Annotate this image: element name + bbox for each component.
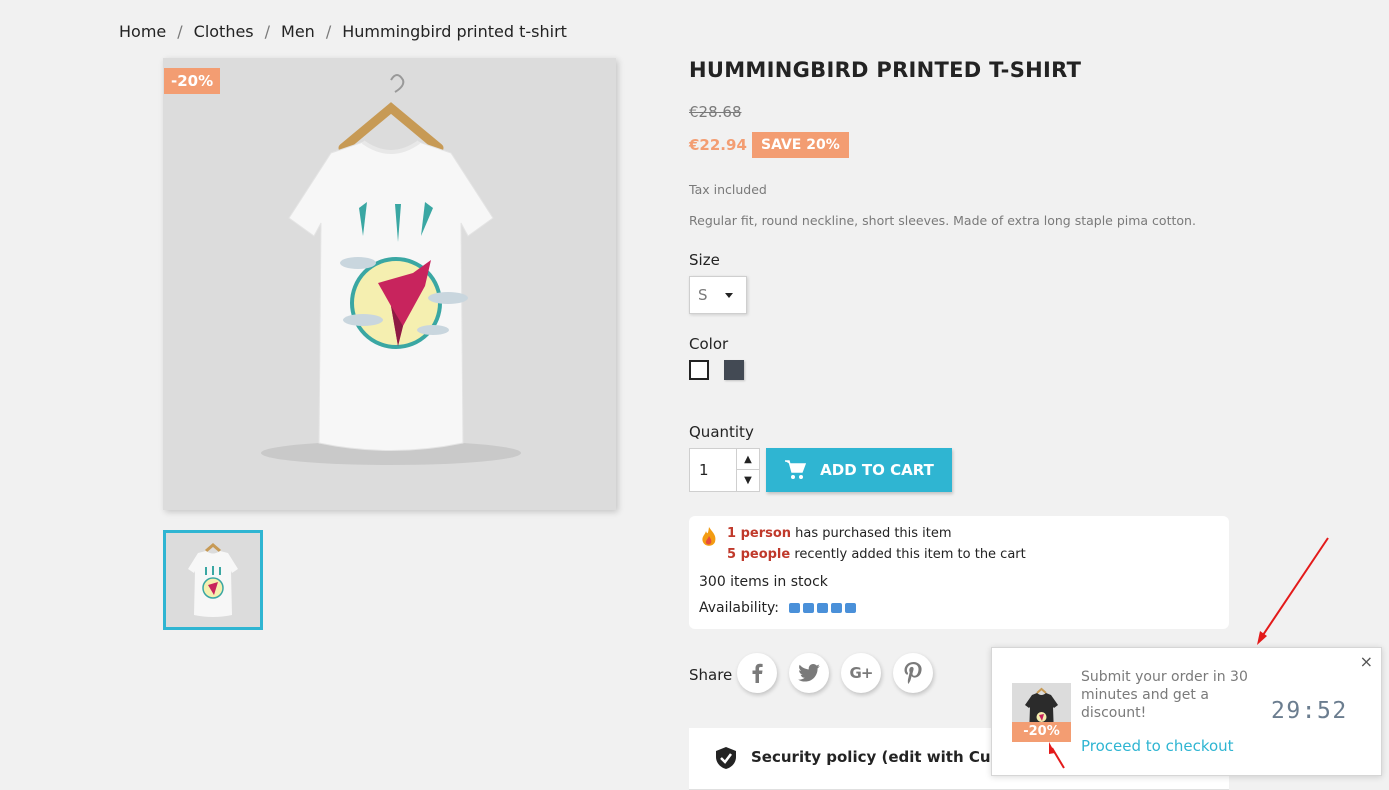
product-description: Regular fit, round neckline, short sleev… <box>689 213 1196 228</box>
breadcrumb-home[interactable]: Home <box>119 22 166 41</box>
save-badge: SAVE 20% <box>752 132 849 158</box>
color-label: Color <box>689 335 729 353</box>
countdown-timer: 29:52 <box>1271 698 1348 724</box>
stock-info-box: 1 person has purchased this item 5 peopl… <box>689 516 1229 629</box>
cart-icon <box>785 460 807 479</box>
breadcrumb-clothes[interactable]: Clothes <box>194 22 254 41</box>
shield-check-icon <box>716 747 736 769</box>
product-thumbnail[interactable] <box>163 530 263 630</box>
arrow-head-icon <box>1257 631 1267 645</box>
pinterest-icon[interactable] <box>893 653 933 693</box>
product-main-image[interactable] <box>163 58 616 510</box>
quantity-label: Quantity <box>689 423 754 441</box>
add-to-cart-label: ADD TO CART <box>820 461 934 479</box>
current-price: €22.94 <box>689 136 747 154</box>
color-swatch-dark[interactable] <box>724 360 744 380</box>
product-title: HUMMINGBIRD PRINTED T-SHIRT <box>689 58 1082 82</box>
stock-count: 300 items in stock <box>699 574 828 590</box>
quantity-input[interactable]: 1 <box>699 461 709 479</box>
color-swatch-white[interactable] <box>689 360 709 380</box>
regular-price: €28.68 <box>689 103 742 121</box>
size-label: Size <box>689 251 720 269</box>
breadcrumb: Home / Clothes / Men / Hummingbird print… <box>119 22 567 41</box>
added-count: 5 people <box>727 547 791 562</box>
twitter-icon[interactable] <box>789 653 829 693</box>
purchased-text: has purchased this item <box>791 526 952 541</box>
fire-icon <box>702 527 716 546</box>
share-label: Share <box>689 666 733 684</box>
quantity-decrease-icon[interactable]: ▼ <box>737 470 759 491</box>
breadcrumb-separator: / <box>177 22 183 41</box>
close-icon[interactable]: × <box>1360 652 1373 671</box>
popup-discount-badge: -20% <box>1012 722 1071 742</box>
tax-label: Tax included <box>689 182 767 197</box>
discount-timer-popup: × -20% Submit your order in 30 minutes a… <box>991 647 1382 776</box>
breadcrumb-separator: / <box>325 22 332 41</box>
availability-indicator <box>789 603 857 613</box>
breadcrumb-men[interactable]: Men <box>281 22 315 41</box>
popup-message: Submit your order in 30 minutes and get … <box>1081 669 1248 721</box>
arrow-to-popup <box>1260 537 1329 639</box>
google-plus-icon[interactable]: G+ <box>841 653 881 693</box>
quantity-increase-icon[interactable]: ▲ <box>737 449 759 470</box>
tshirt-thumbnail-image <box>188 543 238 617</box>
proceed-to-checkout-link[interactable]: Proceed to checkout <box>1081 737 1234 755</box>
availability-line: Availability: <box>699 600 857 616</box>
added-line: 5 people recently added this item to the… <box>727 547 1026 562</box>
chevron-down-icon <box>725 293 733 298</box>
facebook-icon[interactable] <box>737 653 777 693</box>
purchased-line: 1 person has purchased this item <box>727 526 952 541</box>
size-selected-value: S <box>698 286 708 304</box>
purchased-count: 1 person <box>727 526 792 541</box>
tshirt-image <box>261 74 521 465</box>
breadcrumb-separator: / <box>264 22 271 41</box>
quantity-stepper[interactable]: 1 ▲ ▼ <box>689 448 760 492</box>
discount-badge: -20% <box>164 68 221 94</box>
breadcrumb-current: Hummingbird printed t-shirt <box>342 22 567 41</box>
added-text: recently added this item to the cart <box>790 547 1026 562</box>
add-to-cart-button[interactable]: ADD TO CART <box>766 448 952 492</box>
size-select[interactable]: S <box>689 276 747 314</box>
availability-label: Availability: <box>699 600 780 616</box>
